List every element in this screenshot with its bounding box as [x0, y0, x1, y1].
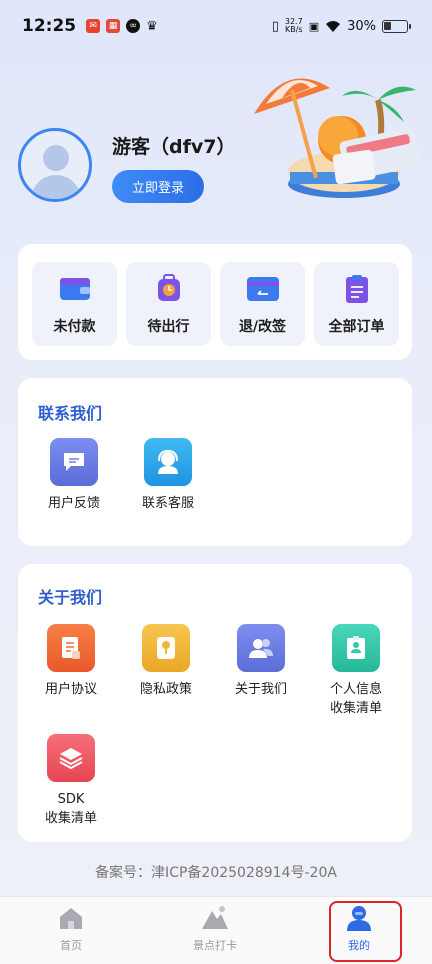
contact-service-label: 联系客服	[141, 496, 194, 511]
user-agreement[interactable]: 用户协议	[25, 624, 117, 699]
tab-home[interactable]: 首页	[26, 903, 116, 953]
order-all-label: 全部订单	[328, 319, 385, 335]
order-pending-trip[interactable]: 待出行	[126, 262, 211, 346]
clipboard-icon	[345, 275, 368, 303]
layers-icon	[47, 734, 95, 782]
id-card-icon	[332, 624, 380, 672]
tab-attractions[interactable]: 景点打卡	[170, 903, 260, 953]
lock-icon	[142, 624, 190, 672]
privacy-policy-label: 隐私政策	[139, 682, 192, 697]
tab-home-label: 首页	[60, 939, 82, 952]
about-us-label: 关于我们	[234, 682, 287, 697]
app-notification-icon: ✉	[86, 19, 101, 33]
order-card: 未付款 待出行 退/改签 全部订单	[18, 244, 412, 360]
people-icon	[237, 624, 285, 672]
contact-card: 联系我们 用户反馈 联系客服	[18, 378, 412, 546]
contact-section-title: 联系我们	[38, 404, 103, 423]
username: 游客（dfv7）	[112, 136, 236, 158]
avatar-head	[43, 145, 69, 171]
icp-record: 备案号：津ICP备2025028914号-20A	[95, 865, 337, 881]
order-refund-change-label: 退/改签	[238, 319, 287, 335]
order-unpaid-label: 未付款	[53, 319, 96, 335]
sim-icon: ▣	[308, 19, 320, 33]
wallet-icon	[59, 278, 90, 300]
chat-icon	[50, 438, 98, 486]
avatar[interactable]	[18, 128, 92, 202]
personal-info-list-label: 个人信息 收集清单	[329, 682, 382, 716]
crown-icon: ♛	[146, 18, 158, 34]
login-button[interactable]: 立即登录	[112, 170, 204, 203]
calendar-notification-icon: ▦	[106, 19, 121, 33]
about-us[interactable]: 关于我们	[215, 624, 307, 699]
user-feedback-label: 用户反馈	[47, 496, 100, 511]
tab-mine-highlight-box	[329, 901, 402, 962]
tab-attractions-label: 景点打卡	[193, 939, 237, 952]
agreement-icon	[47, 624, 95, 672]
card-return-icon	[246, 277, 279, 301]
link-notification-icon: ∞	[126, 19, 141, 33]
sdk-list-label: SDK 收集清单	[44, 792, 97, 826]
privacy-policy[interactable]: 隐私政策	[120, 624, 212, 699]
network-speed: 32.7 KB/s	[284, 17, 303, 34]
order-refund-change[interactable]: 退/改签	[220, 262, 305, 346]
order-unpaid[interactable]: 未付款	[32, 262, 117, 346]
order-pending-trip-label: 待出行	[147, 319, 190, 335]
status-time: 12:25	[22, 16, 77, 36]
headset-icon	[144, 438, 192, 486]
user-feedback[interactable]: 用户反馈	[28, 438, 120, 513]
wifi-icon	[326, 20, 341, 32]
personal-info-list[interactable]: 个人信息 收集清单	[310, 624, 402, 718]
vibrate-icon: ▯	[271, 18, 279, 34]
mountain-icon	[202, 906, 228, 929]
user-agreement-label: 用户协议	[44, 682, 97, 697]
beach-umbrella-illustration	[254, 78, 421, 198]
luggage-icon	[157, 274, 180, 301]
home-icon	[60, 908, 82, 929]
battery-percent: 30%	[347, 18, 376, 34]
battery-icon	[382, 19, 411, 33]
order-all[interactable]: 全部订单	[314, 262, 399, 346]
avatar-body	[31, 175, 81, 199]
about-card: 关于我们 用户协议 隐私政策 关于我们 个人信息 收集清单 SDK 收集清单	[18, 564, 412, 842]
about-section-title: 关于我们	[38, 588, 103, 607]
sdk-list[interactable]: SDK 收集清单	[25, 734, 117, 828]
contact-service[interactable]: 联系客服	[122, 438, 214, 513]
status-bar: 12:25 ✉ ▦ ∞ ♛ ▯ 32.7 KB/s ▣ 30%	[0, 0, 432, 52]
